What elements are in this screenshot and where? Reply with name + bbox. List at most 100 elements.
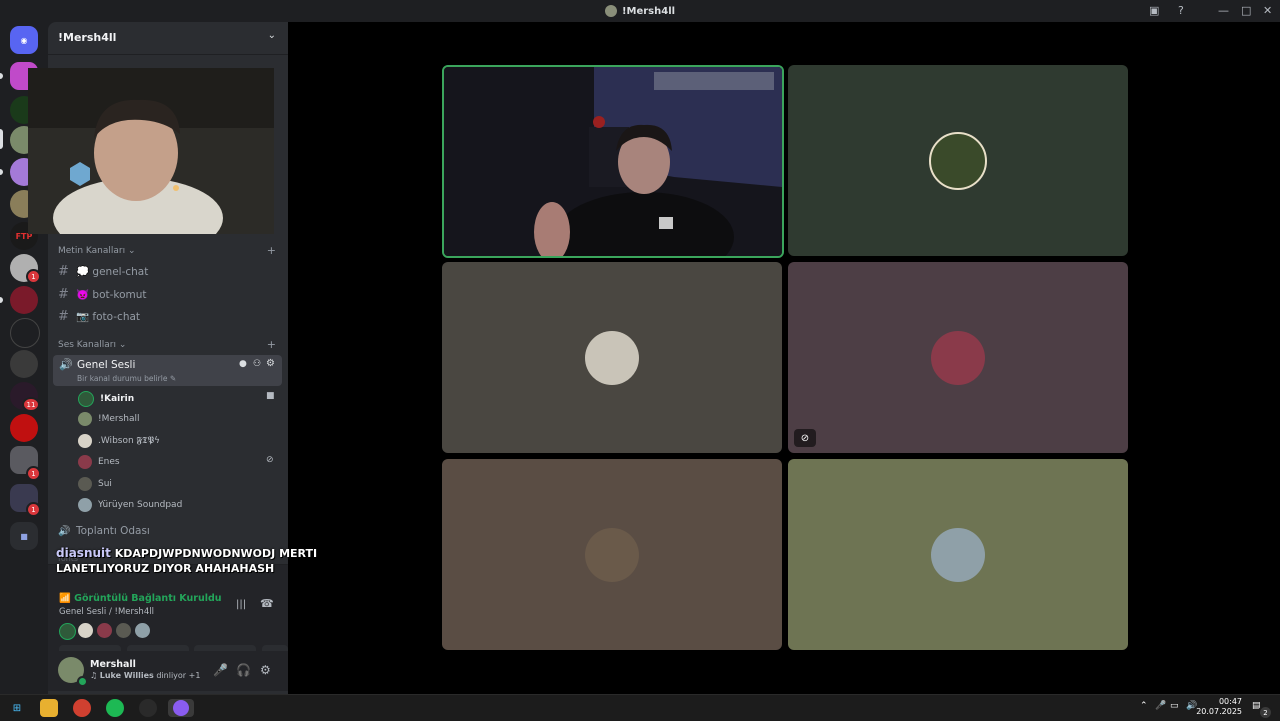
notification-badge: 2: [1258, 705, 1273, 720]
status-hint-text: Bir kanal durumu belirle: [77, 374, 168, 383]
category-text-channels[interactable]: Metin Kanalları ⌄: [58, 246, 136, 256]
video-tile-speaking[interactable]: [442, 65, 784, 258]
channel-status-hint[interactable]: Bir kanal durumu belirle ✎: [77, 374, 176, 383]
member-name: Yürüyen Soundpad: [98, 500, 183, 510]
connection-status[interactable]: 📶 Görüntülü Bağlantı Kuruldu: [59, 593, 222, 604]
chevron-up-icon[interactable]: ⌃: [1140, 701, 1148, 711]
voice-member[interactable]: Yürüyen Soundpad: [78, 498, 182, 512]
member-name: !Mershall: [98, 414, 140, 424]
member-name: Sui: [98, 479, 112, 489]
add-channel-icon[interactable]: +: [267, 338, 276, 351]
avatar[interactable]: [116, 623, 131, 638]
microphone-icon[interactable]: 🎤: [213, 663, 228, 677]
title-bar: !Mersh4ll ▣ ? — □ ✕: [0, 0, 1280, 22]
file-explorer-icon[interactable]: [40, 699, 58, 717]
chrome-icon[interactable]: [73, 699, 91, 717]
avatar: [78, 412, 92, 426]
discord-icon: [173, 700, 189, 716]
inbox-icon[interactable]: ▣: [1149, 4, 1159, 17]
avatar: [78, 434, 92, 448]
speaker-icon: 🔊: [59, 358, 73, 371]
activity-suffix: dinliyor +1: [156, 671, 201, 680]
avatar: [78, 498, 92, 512]
network-icon[interactable]: ▭: [1170, 701, 1179, 711]
participant-avatar: [931, 330, 985, 385]
help-icon[interactable]: ?: [1178, 4, 1184, 17]
minimize-button[interactable]: —: [1218, 4, 1229, 17]
voice-member[interactable]: !Kairin: [78, 391, 134, 407]
member-name: .Wibson 𝕱𝕿𝕻ϟ: [98, 436, 160, 446]
maximize-button[interactable]: □: [1241, 4, 1251, 17]
voice-member[interactable]: .Wibson 𝕱𝕿𝕻ϟ: [78, 434, 160, 448]
category-label: Ses Kanalları: [58, 340, 116, 350]
participant-tile[interactable]: ⊘: [788, 262, 1128, 453]
unread-pill: [0, 169, 3, 175]
channel-genel-chat[interactable]: # 💭 genel-chat: [58, 264, 148, 279]
gear-icon[interactable]: ⚙: [266, 358, 275, 369]
close-button[interactable]: ✕: [1263, 4, 1272, 17]
participant-avatar: [929, 131, 987, 190]
camera-icon: ■: [266, 391, 275, 401]
invite-icon[interactable]: ⚇: [253, 359, 261, 369]
windows-start-icon[interactable]: ⊞: [8, 699, 26, 717]
headphones-icon[interactable]: 🎧: [236, 663, 251, 677]
participant-tile[interactable]: [788, 65, 1128, 256]
discord-home-icon[interactable]: ◉: [10, 26, 38, 54]
avatar[interactable]: [59, 623, 76, 640]
voice-member[interactable]: Enes: [78, 455, 120, 469]
participant-tile[interactable]: [788, 459, 1128, 650]
server-icon[interactable]: [10, 286, 38, 314]
server-icon[interactable]: [10, 414, 38, 442]
channel-label: 📷 foto-chat: [76, 311, 141, 323]
hash-icon: #: [58, 287, 69, 302]
server-icon[interactable]: [10, 350, 38, 378]
speaker-icon: 🔊: [58, 526, 71, 537]
window-title: !Mersh4ll: [0, 0, 1280, 22]
mention-badge: 11: [22, 397, 40, 412]
voice-member[interactable]: Sui: [78, 477, 112, 491]
camera-feed: [444, 67, 782, 256]
category-voice-channels[interactable]: Ses Kanalları ⌄: [58, 340, 126, 350]
channel-label: 💭 genel-chat: [76, 266, 149, 278]
hash-icon: #: [58, 309, 69, 324]
channel-foto-chat[interactable]: # 📷 foto-chat: [58, 309, 140, 324]
member-name: !Kairin: [100, 394, 135, 404]
clock-date: 20.07.2025: [1196, 707, 1242, 716]
system-clock[interactable]: 00:47 20.07.2025: [1196, 697, 1242, 717]
participant-tile[interactable]: [442, 262, 782, 453]
server-header[interactable]: !Mersh4ll ⌄: [48, 22, 288, 55]
spotify-icon[interactable]: [106, 699, 124, 717]
avatar[interactable]: [97, 623, 112, 638]
online-status-icon: [77, 676, 88, 687]
voice-channel-toplanti-odasi[interactable]: 🔊 Toplantı Odası: [58, 525, 150, 537]
noise-suppression-icon[interactable]: |||: [236, 599, 246, 610]
voice-member[interactable]: !Mershall: [78, 412, 140, 426]
voice-stage: ⊘: [288, 22, 1280, 694]
avatar: [78, 477, 92, 491]
server-avatar-icon: [604, 5, 617, 17]
folder-icon[interactable]: ■: [10, 522, 38, 550]
add-channel-icon[interactable]: +: [267, 244, 276, 257]
avatar: [78, 391, 94, 407]
server-icon[interactable]: [10, 318, 40, 348]
hash-icon: #: [58, 264, 69, 279]
mention-badge: 1: [26, 502, 41, 517]
participant-avatar: [931, 527, 985, 582]
member-name: Enes: [98, 457, 120, 467]
username[interactable]: Mershall: [90, 659, 136, 670]
voice-channel-genel-sesli[interactable]: 🔊 Genel Sesli Bir kanal durumu belirle ✎…: [53, 355, 282, 386]
connected-channel[interactable]: Genel Sesli / !Mersh4ll: [59, 607, 154, 617]
disconnect-icon[interactable]: ☎: [260, 597, 274, 610]
gear-icon[interactable]: ⚙: [260, 663, 271, 677]
chat-bubble-icon[interactable]: ●: [239, 359, 247, 369]
avatar[interactable]: [78, 623, 93, 638]
channel-bot-komut[interactable]: # 👿 bot-komut: [58, 287, 147, 302]
discord-taskbar-icon[interactable]: [168, 699, 194, 717]
avatar[interactable]: [135, 623, 150, 638]
mic-muted-icon: ⊘: [266, 455, 274, 465]
participant-tile[interactable]: [442, 459, 782, 650]
webcam-frame: [28, 68, 274, 234]
microphone-icon[interactable]: 🎤: [1155, 701, 1166, 711]
mention-badge: 1: [26, 466, 41, 481]
obs-icon[interactable]: [139, 699, 157, 717]
